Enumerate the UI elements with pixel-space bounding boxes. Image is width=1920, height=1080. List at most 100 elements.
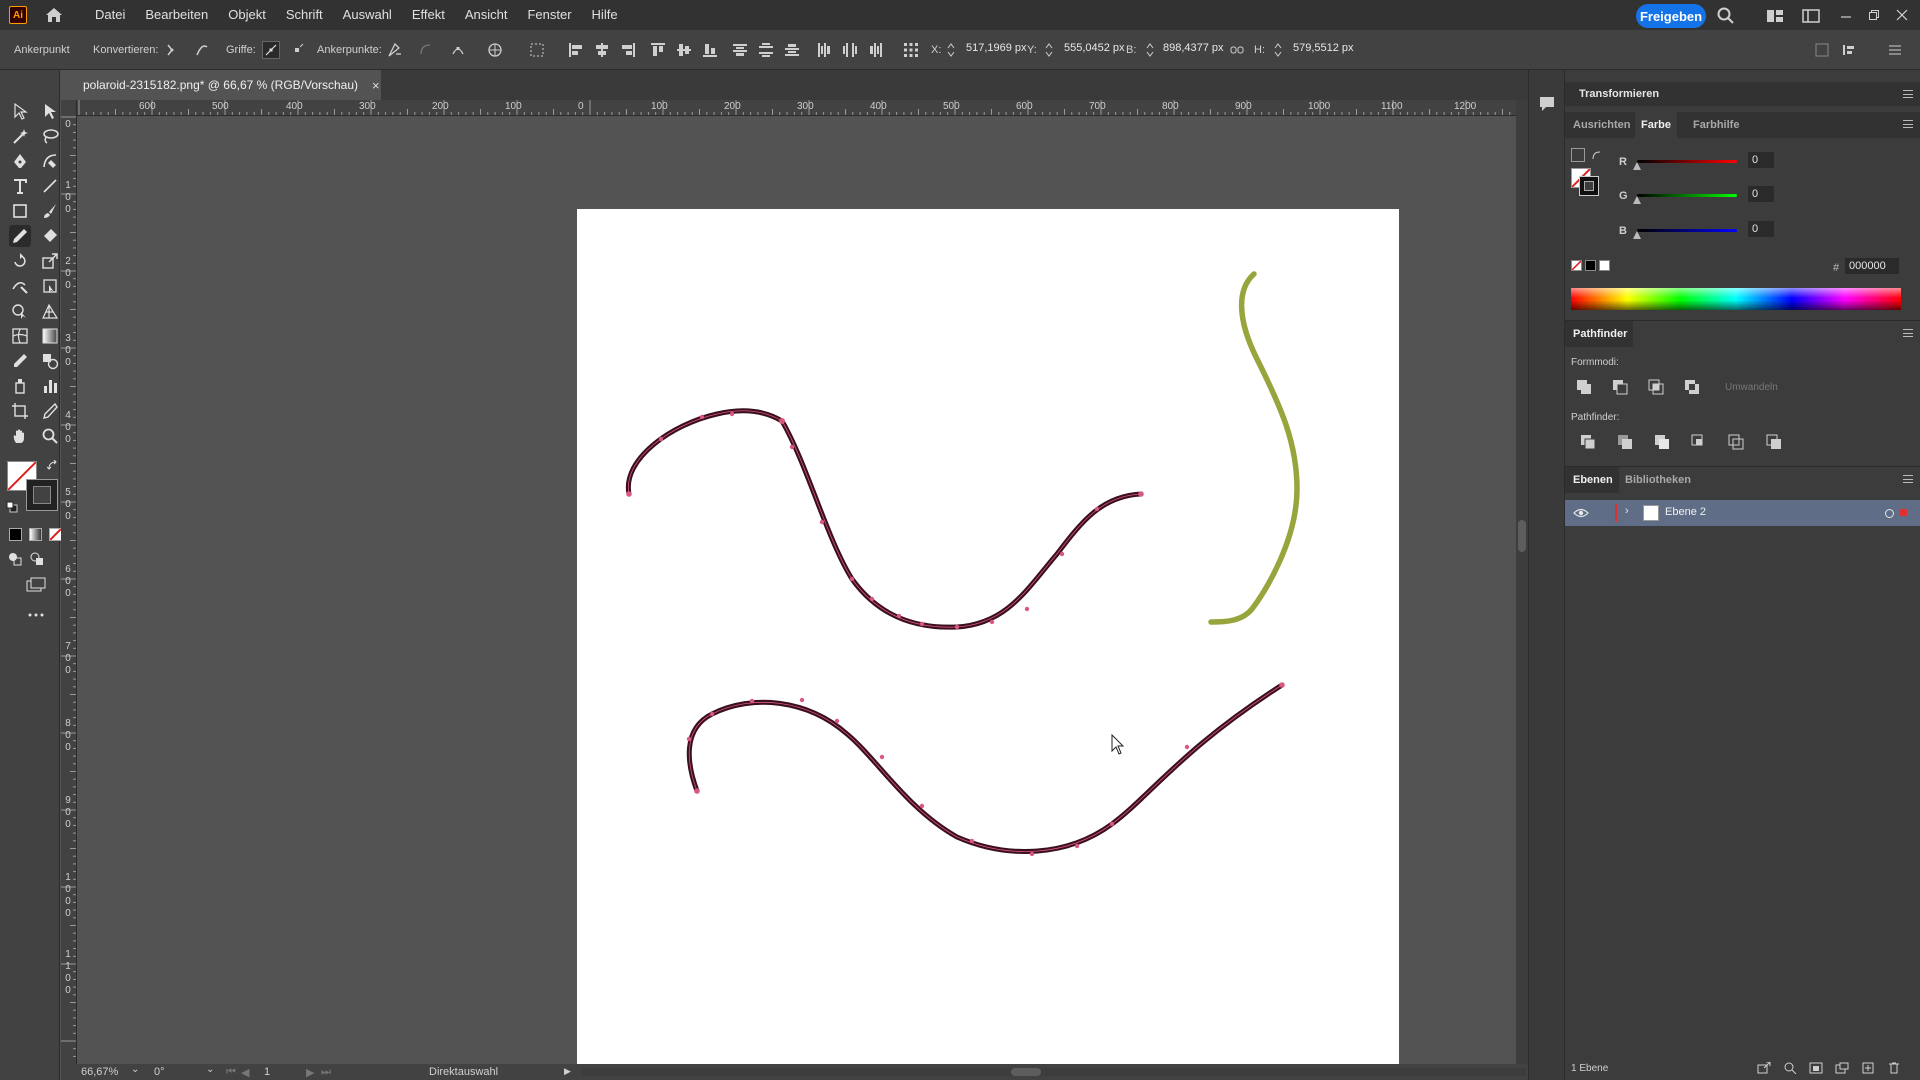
distribute-left-icon[interactable]	[816, 42, 832, 58]
align-bottom-icon[interactable]	[702, 42, 718, 58]
rotate-tool-icon[interactable]	[9, 250, 31, 272]
locate-object-icon[interactable]	[1783, 1062, 1797, 1075]
screen-mode-icon[interactable]	[24, 575, 48, 595]
selected-path-bottom[interactable]	[686, 682, 1285, 855]
isolate-icon[interactable]	[486, 41, 504, 59]
g-slider-thumb[interactable]	[1633, 196, 1641, 204]
r-value-field[interactable]: 0	[1748, 152, 1774, 168]
column-graph-icon[interactable]	[39, 375, 61, 397]
r-slider[interactable]	[1637, 160, 1737, 163]
artboard-tool-icon[interactable]	[9, 400, 31, 422]
delete-layer-icon[interactable]	[1887, 1062, 1901, 1074]
comment-icon[interactable]	[1537, 94, 1557, 114]
rotation-dropdown-icon[interactable]: ⌄	[206, 1064, 214, 1075]
layer-target-icon[interactable]	[1885, 509, 1894, 518]
connect-anchors-icon[interactable]	[417, 41, 435, 59]
gradient-tool-icon[interactable]	[39, 325, 61, 347]
artboard-number-field[interactable]: 1	[264, 1066, 270, 1078]
gradient-mode-icon[interactable]	[29, 528, 42, 541]
tab-bibliotheken[interactable]: Bibliotheken	[1625, 467, 1691, 493]
stroke-swatch[interactable]	[26, 479, 58, 511]
y-stepper-icon[interactable]	[1044, 41, 1054, 59]
menu-auswahl[interactable]: Auswahl	[333, 0, 402, 30]
tab-ausrichten[interactable]: Ausrichten	[1573, 112, 1630, 138]
swap-fill-stroke-icon[interactable]	[46, 459, 60, 473]
export-icon[interactable]	[1757, 1061, 1771, 1074]
hand-tool-icon[interactable]	[9, 425, 31, 447]
new-layer-icon[interactable]	[1861, 1062, 1875, 1074]
document-tab[interactable]: polaroid-2315182.png* @ 66,67 % (RGB/Vor…	[61, 70, 381, 100]
green-stroke-path[interactable]	[1208, 271, 1300, 625]
align-middle-icon[interactable]	[676, 42, 692, 58]
selected-path-top[interactable]	[625, 408, 1144, 630]
layer-name[interactable]: Ebene 2	[1665, 506, 1706, 518]
slice-tool-icon[interactable]	[39, 400, 61, 422]
zoom-tool-icon[interactable]	[39, 425, 61, 447]
menu-effekt[interactable]: Effekt	[402, 0, 455, 30]
tab-ebenen[interactable]: Ebenen	[1565, 467, 1619, 493]
scale-tool-icon[interactable]	[39, 250, 61, 272]
g-slider[interactable]	[1637, 194, 1737, 197]
align-right-icon[interactable]	[620, 42, 636, 58]
magic-wand-icon[interactable]	[9, 125, 31, 147]
distribute-top-icon[interactable]	[732, 42, 748, 58]
curvature-tool-icon[interactable]	[39, 150, 61, 172]
panel-menu-icon[interactable]	[1903, 90, 1913, 98]
tab-farbe[interactable]: Farbe	[1635, 112, 1677, 138]
last-artboard-icon[interactable]: ⏭	[321, 1066, 331, 1079]
color-panel-stroke-swatch[interactable]	[1579, 176, 1599, 196]
new-sublayer-icon[interactable]	[1835, 1062, 1849, 1074]
x-stepper-icon[interactable]	[946, 41, 956, 59]
restore-icon[interactable]	[1860, 0, 1888, 30]
horizontal-ruler[interactable]: 600 500 400 300 200 100 0 100 200 300 40…	[77, 100, 1517, 116]
minus-back-icon[interactable]	[1765, 433, 1783, 451]
unite-icon[interactable]	[1575, 378, 1593, 396]
vertical-scroll-thumb[interactable]	[1518, 520, 1526, 552]
none-swatch[interactable]	[1571, 260, 1582, 271]
free-transform-icon[interactable]	[39, 275, 61, 297]
exclude-icon[interactable]	[1683, 378, 1701, 396]
panel-menu-icon[interactable]	[1903, 475, 1913, 483]
distribute-bottom-icon[interactable]	[784, 42, 800, 58]
select-similar-icon[interactable]	[528, 41, 546, 59]
menu-objekt[interactable]: Objekt	[218, 0, 276, 30]
menu-datei[interactable]: Datei	[85, 0, 135, 30]
panel-menu-icon[interactable]	[1903, 120, 1913, 128]
cut-path-icon[interactable]	[449, 41, 467, 59]
panel-menu-icon[interactable]	[1903, 329, 1913, 337]
pen-tool-icon[interactable]	[9, 150, 31, 172]
minimize-icon[interactable]	[1832, 0, 1860, 30]
shape-builder-icon[interactable]	[9, 300, 31, 322]
menu-ansicht[interactable]: Ansicht	[455, 0, 518, 30]
menu-fenster[interactable]: Fenster	[517, 0, 581, 30]
pathfinder-panel-header[interactable]: Pathfinder	[1565, 320, 1920, 347]
black-swatch[interactable]	[1585, 260, 1596, 271]
eye-icon[interactable]	[1573, 506, 1589, 520]
white-swatch[interactable]	[1599, 260, 1610, 271]
layer-selection-indicator[interactable]	[1900, 509, 1907, 516]
outline-icon[interactable]	[1727, 433, 1745, 451]
x-field[interactable]: 517,1969 px	[966, 42, 1027, 58]
g-value-field[interactable]: 0	[1748, 186, 1774, 202]
eraser-tool-icon[interactable]	[39, 225, 61, 247]
show-handles-icon[interactable]	[262, 41, 280, 59]
remove-anchor-icon[interactable]	[385, 41, 403, 59]
symbol-sprayer-icon[interactable]	[9, 375, 31, 397]
r-slider-thumb[interactable]	[1633, 162, 1641, 170]
crop-icon[interactable]	[1690, 433, 1708, 451]
distribute-right-icon[interactable]	[868, 42, 884, 58]
transform-panel-header[interactable]: Transformieren	[1565, 82, 1920, 106]
paintbrush-tool-icon[interactable]	[39, 200, 61, 222]
vertical-ruler[interactable]: 0 1 0 0 2 0 0 3 0 0 4 0 0 5 0 0 6 0 0 7 …	[61, 100, 77, 1064]
menu-hilfe[interactable]: Hilfe	[582, 0, 628, 30]
lasso-icon[interactable]	[39, 125, 61, 147]
align-left-icon[interactable]	[568, 42, 584, 58]
type-tool-icon[interactable]	[9, 175, 31, 197]
menu-schrift[interactable]: Schrift	[276, 0, 333, 30]
reference-point-icon[interactable]	[902, 41, 920, 59]
blend-tool-icon[interactable]	[39, 350, 61, 372]
constrain-proportions-icon[interactable]	[1228, 41, 1246, 59]
color-spectrum[interactable]	[1571, 288, 1901, 310]
warp-tool-icon[interactable]	[9, 275, 31, 297]
minus-front-icon[interactable]	[1611, 378, 1629, 396]
